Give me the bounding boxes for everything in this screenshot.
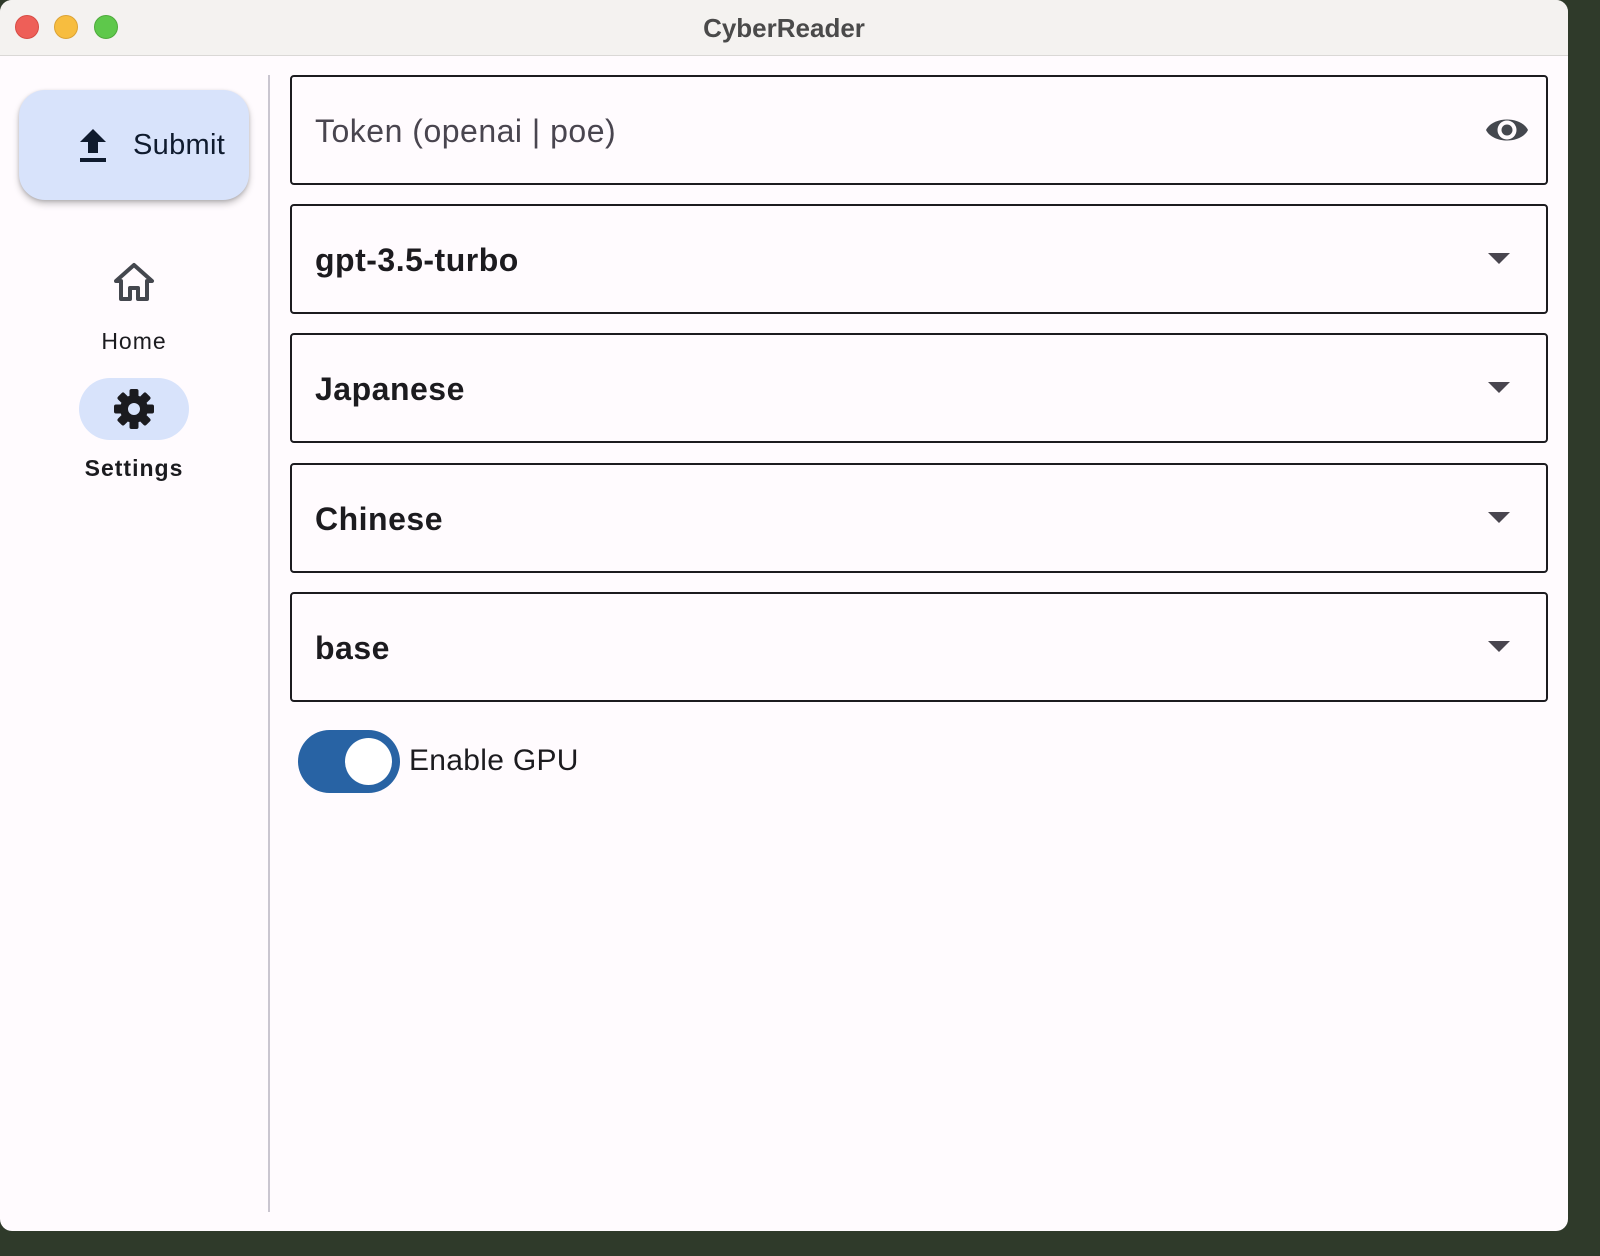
home-icon [114, 263, 154, 301]
title-bar: CyberReader [0, 0, 1568, 56]
gear-icon [114, 389, 154, 429]
window-title: CyberReader [703, 13, 865, 43]
app-window: CyberReader Submit Home Settings Token (… [0, 0, 1568, 1231]
nav-indicator-settings [79, 378, 189, 440]
navigation-rail: Submit Home Settings [0, 56, 268, 1231]
target-language-selected-value: Chinese [315, 501, 443, 537]
model-select[interactable]: gpt-3.5-turbo [290, 204, 1548, 314]
submit-button[interactable]: Submit [19, 90, 249, 200]
source-language-selected-value: Japanese [315, 371, 465, 407]
nav-label-home: Home [101, 328, 167, 354]
model-selected-value: gpt-3.5-turbo [315, 242, 519, 278]
upload-icon [80, 129, 106, 162]
target-language-select[interactable]: Chinese [290, 463, 1548, 573]
dropdown-arrow-icon [1488, 253, 1510, 264]
whisper-model-select[interactable]: base [290, 592, 1548, 702]
whisper-model-selected-value: base [315, 630, 390, 666]
dropdown-arrow-icon [1488, 512, 1510, 523]
sidebar-divider [268, 75, 270, 1212]
gpu-toggle-row: Enable GPU [298, 729, 579, 793]
eye-icon[interactable] [1484, 110, 1530, 150]
token-field[interactable]: Token (openai | poe) [290, 75, 1548, 185]
token-input-placeholder: Token (openai | poe) [315, 113, 617, 149]
nav-indicator-home [79, 251, 189, 313]
switch-thumb [345, 737, 392, 785]
dropdown-arrow-icon [1488, 641, 1510, 652]
nav-label-settings: Settings [84, 455, 184, 481]
gpu-toggle-label: Enable GPU [409, 744, 579, 777]
nav-item-home[interactable]: Home [60, 251, 208, 355]
submit-button-label: Submit [133, 129, 226, 161]
source-language-select[interactable]: Japanese [290, 333, 1548, 443]
nav-item-settings[interactable]: Settings [60, 378, 208, 482]
dropdown-arrow-icon [1488, 382, 1510, 393]
gpu-toggle-switch[interactable] [298, 729, 400, 793]
